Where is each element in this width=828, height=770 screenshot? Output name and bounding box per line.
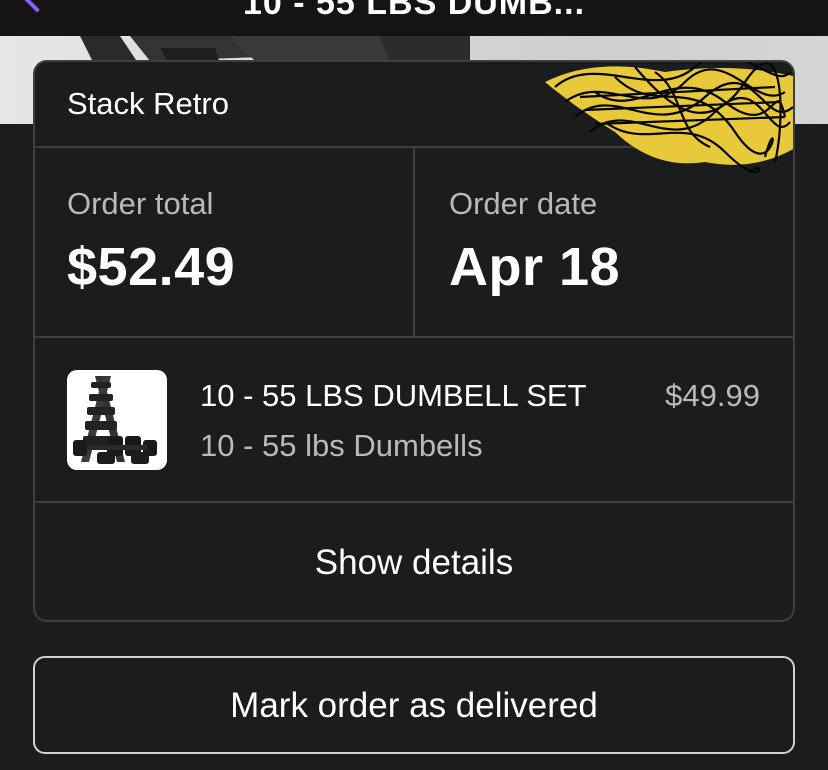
order-detail-screen: 10 - 55 LBS DUMB... Stack Retro Order to… — [0, 0, 828, 770]
item-subtitle: 10 - 55 lbs Dumbells — [200, 428, 483, 463]
show-details-label: Show details — [314, 543, 514, 582]
order-date-label: Order date — [449, 186, 598, 221]
nav-title: 10 - 55 LBS DUMB... — [242, 0, 586, 22]
order-date-cell: Order date Apr 18 — [415, 148, 793, 336]
order-total-value: $52.49 — [67, 237, 236, 297]
order-item[interactable]: 10 - 55 LBS DUMBELL SET 10 - 55 lbs Dumb… — [35, 338, 793, 503]
nav-bar: 10 - 55 LBS DUMB... — [0, 0, 828, 36]
item-price: $49.99 — [665, 378, 760, 413]
order-total-label: Order total — [67, 186, 214, 221]
order-date-value: Apr 18 — [449, 237, 621, 297]
mark-delivered-button[interactable]: Mark order as delivered — [33, 656, 795, 754]
dumbbell-rack-image — [67, 370, 167, 470]
order-summary-card: Stack Retro Order total $52.49 Order dat… — [33, 60, 795, 622]
mark-delivered-label: Mark order as delivered — [230, 686, 598, 725]
order-stats: Order total $52.49 Order date Apr 18 — [35, 148, 793, 338]
show-details-button[interactable]: Show details — [35, 503, 793, 620]
store-name: Stack Retro — [67, 86, 229, 121]
order-total-cell: Order total $52.49 — [35, 148, 415, 336]
item-title: 10 - 55 LBS DUMBELL SET — [200, 378, 587, 413]
